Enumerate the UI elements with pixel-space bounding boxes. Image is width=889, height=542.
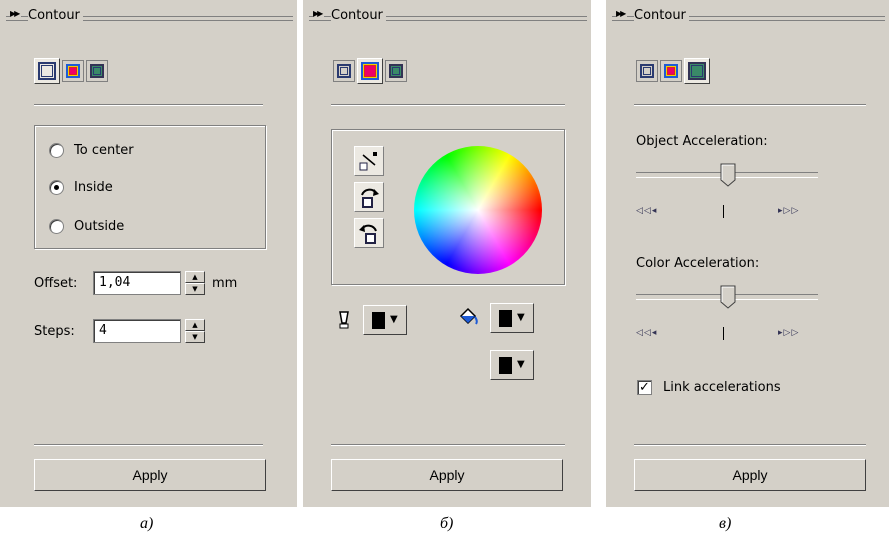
color-wheel[interactable] — [414, 146, 542, 274]
decrease-arrows-icon: ◁◁◂ — [636, 328, 658, 338]
clockwise-blend-icon — [361, 188, 379, 208]
contour-outside-icon[interactable] — [385, 60, 407, 82]
stepper-up-icon[interactable]: ▲ — [185, 271, 205, 283]
steps-label: Steps: — [34, 324, 75, 339]
radio-label: Outside — [74, 218, 125, 234]
chevron-down-icon: ▼ — [390, 314, 398, 325]
increase-arrows-icon: ▸▷▷ — [778, 206, 800, 216]
decrease-arrows-icon: ◁◁◂ — [636, 206, 658, 216]
direction-group: To center Inside Outside — [34, 125, 266, 249]
contour-panel-b: ▶▶ Contour ▼ ▼ ▼ Apply — [303, 0, 591, 507]
fill-color-2-dropdown[interactable]: ▼ — [490, 350, 534, 380]
radio-outside[interactable]: Outside — [49, 216, 124, 236]
object-acceleration-thumb[interactable] — [720, 163, 736, 187]
fill-color-dropdown[interactable]: ▼ — [490, 303, 534, 333]
radio-dot[interactable] — [49, 179, 64, 195]
increase-arrows-icon: ▸▷▷ — [778, 328, 800, 338]
radio-inside[interactable]: Inside — [49, 177, 113, 197]
color-acceleration-thumb[interactable] — [720, 285, 736, 309]
panel-title: Contour — [28, 8, 83, 23]
radio-label: Inside — [74, 179, 113, 195]
center-tick — [723, 327, 724, 340]
stepper-down-icon[interactable]: ▼ — [185, 331, 205, 343]
radio-dot[interactable] — [49, 218, 64, 234]
chevron-down-icon: ▼ — [517, 312, 525, 323]
caption-b: б) — [440, 515, 454, 532]
contour-type-tabs — [636, 58, 710, 86]
double-right-arrow-icon[interactable]: ▶▶ — [616, 9, 628, 18]
divider — [331, 444, 565, 446]
contour-inside-icon[interactable] — [357, 58, 383, 84]
color-acceleration-label: Color Acceleration: — [636, 256, 760, 271]
color-group — [331, 129, 565, 285]
center-tick — [723, 205, 724, 218]
color-swatch — [372, 312, 385, 329]
divider — [634, 444, 866, 446]
contour-to-center-icon[interactable] — [636, 60, 658, 82]
divider — [331, 104, 565, 106]
object-acceleration-label: Object Acceleration: — [636, 134, 768, 149]
panel-header: ▶▶ Contour — [612, 6, 885, 26]
linear-blend-icon[interactable] — [354, 146, 384, 176]
clockwise-blend-icon[interactable] — [354, 182, 384, 212]
contour-type-tabs — [34, 58, 108, 86]
linear-blend-icon — [359, 152, 377, 171]
color-swatch — [499, 310, 512, 327]
panel-title: Contour — [331, 8, 386, 23]
double-right-arrow-icon[interactable]: ▶▶ — [10, 9, 22, 18]
steps-input[interactable]: 4 — [93, 319, 181, 343]
radio-dot[interactable] — [49, 142, 64, 158]
link-accelerations-checkbox[interactable]: ✓ — [637, 380, 652, 395]
apply-button[interactable]: Apply — [331, 459, 563, 491]
counterclockwise-blend-icon — [359, 224, 377, 244]
contour-outside-icon[interactable] — [86, 60, 108, 82]
chevron-down-icon: ▼ — [517, 359, 525, 370]
radio-to-center[interactable]: To center — [49, 140, 134, 160]
radio-label: To center — [74, 142, 134, 158]
color-swatch — [499, 357, 512, 374]
caption-a: а) — [140, 515, 154, 532]
fill-bucket-icon — [457, 306, 479, 328]
caption-c: в) — [719, 515, 732, 532]
divider — [34, 104, 263, 106]
contour-to-center-icon[interactable] — [333, 60, 355, 82]
pen-outline-icon — [333, 309, 355, 331]
contour-to-center-icon[interactable] — [34, 58, 60, 84]
contour-panel-c: ▶▶ Contour Object Acceleration: ◁◁◂ ▸▷▷ … — [606, 0, 889, 507]
panel-title: Contour — [634, 8, 689, 23]
steps-stepper[interactable]: ▲ ▼ — [185, 319, 205, 343]
offset-stepper[interactable]: ▲ ▼ — [185, 271, 205, 295]
contour-type-tabs — [333, 58, 407, 86]
offset-input[interactable]: 1,04 — [93, 271, 181, 295]
panel-header: ▶▶ Contour — [6, 6, 293, 26]
divider — [34, 444, 263, 446]
double-right-arrow-icon[interactable]: ▶▶ — [313, 9, 325, 18]
outline-color-dropdown[interactable]: ▼ — [363, 305, 407, 335]
counterclockwise-blend-icon[interactable] — [354, 218, 384, 248]
offset-label: Offset: — [34, 276, 78, 291]
divider — [634, 104, 866, 106]
stepper-up-icon[interactable]: ▲ — [185, 319, 205, 331]
offset-unit: mm — [212, 276, 238, 291]
panel-header: ▶▶ Contour — [309, 6, 587, 26]
contour-inside-icon[interactable] — [62, 60, 84, 82]
contour-outside-icon[interactable] — [684, 58, 710, 84]
contour-panel-a: ▶▶ Contour To center Inside Outside Offs… — [0, 0, 297, 507]
apply-button[interactable]: Apply — [634, 459, 866, 491]
stepper-down-icon[interactable]: ▼ — [185, 283, 205, 295]
contour-inside-icon[interactable] — [660, 60, 682, 82]
apply-button[interactable]: Apply — [34, 459, 266, 491]
link-accelerations-label: Link accelerations — [663, 380, 781, 395]
